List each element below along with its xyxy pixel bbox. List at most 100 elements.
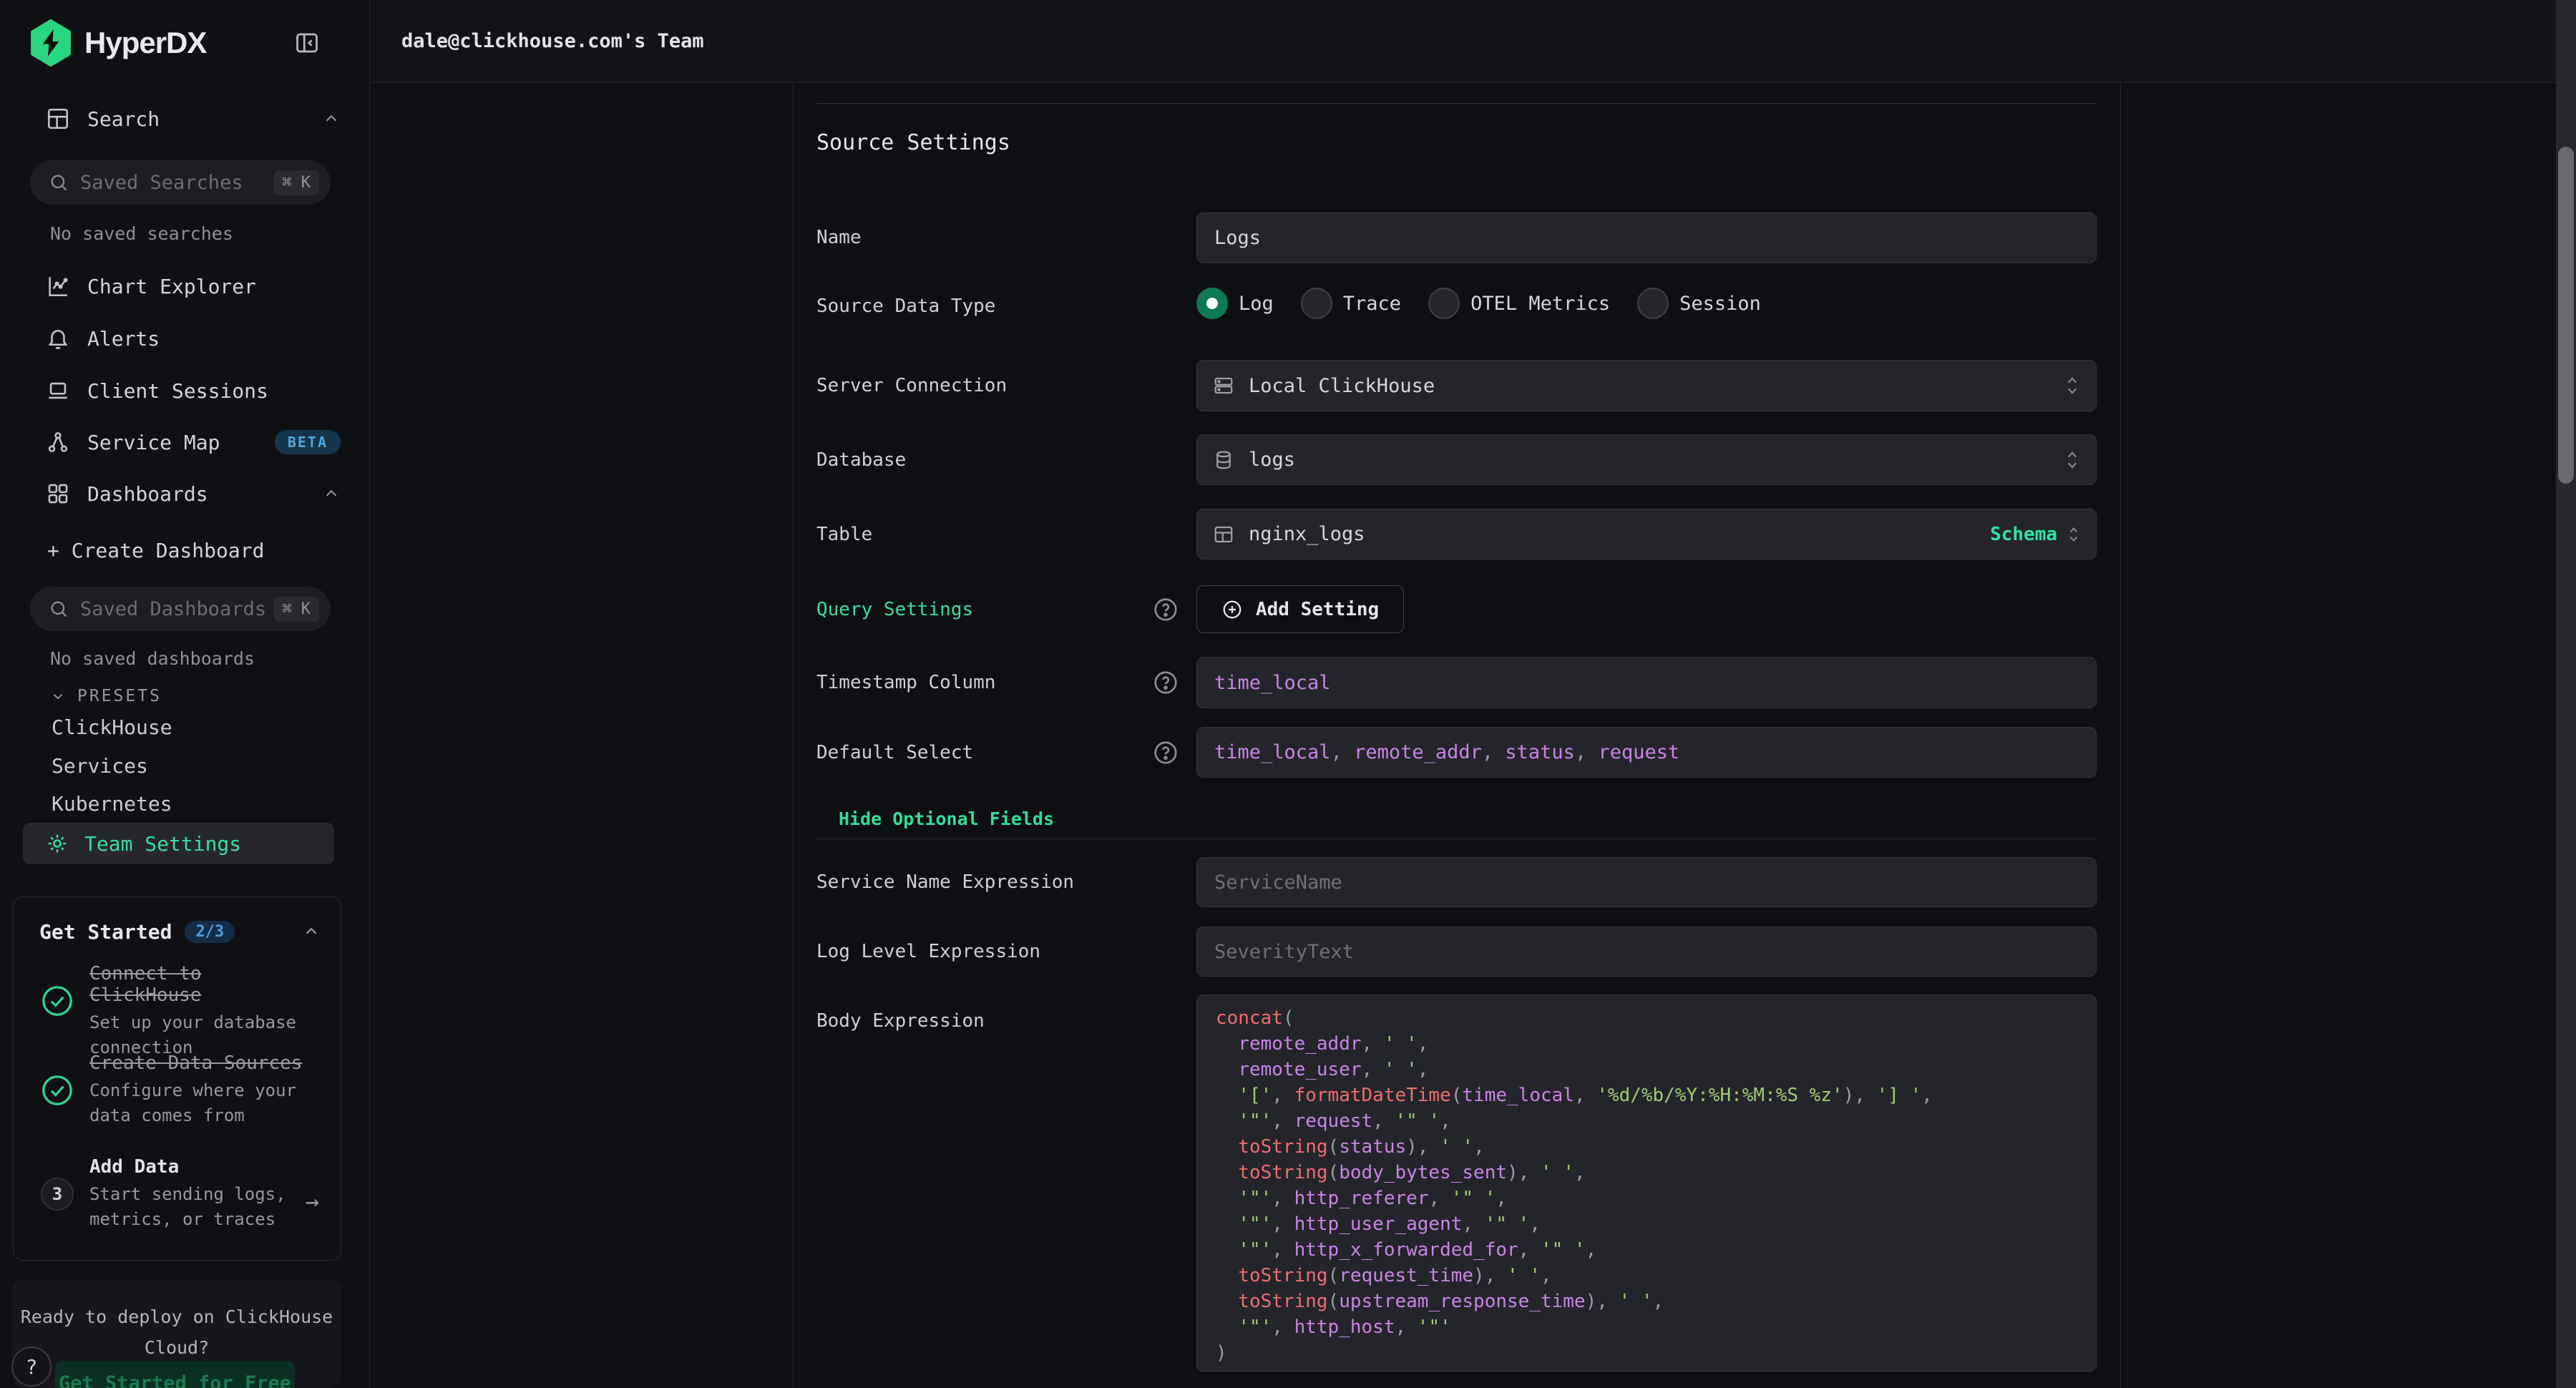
panel-divider-right: [2120, 83, 2121, 1388]
cloud-card-text: Ready to deploy on ClickHouse Cloud?: [18, 1302, 336, 1363]
team-settings-label: Team Settings: [84, 832, 241, 856]
preset-dashboard-kubernetes[interactable]: Kubernetes: [52, 788, 172, 819]
sidebar-item-label: Chart Explorer: [87, 275, 256, 298]
radio-label: Trace: [1343, 293, 1401, 315]
help-circle-icon[interactable]: [1153, 670, 1179, 695]
preset-label: ClickHouse: [52, 715, 172, 739]
source-data-type-radio-group: Log Trace OTEL Metrics Session: [1196, 288, 1761, 319]
presets-label: PRESETS: [77, 687, 162, 705]
hide-optional-fields-link[interactable]: Hide Optional Fields: [839, 808, 1054, 829]
sidebar-item-team-settings[interactable]: Team Settings: [23, 823, 334, 864]
sidebar-item-dashboards[interactable]: Dashboards: [46, 476, 341, 511]
get-started-progress-badge: 2/3: [185, 921, 235, 943]
log-level-expression-label: Log Level Expression: [816, 941, 1040, 962]
sidebar-item-client-sessions[interactable]: Client Sessions: [46, 373, 341, 408]
sidebar-item-label: Service Map: [87, 431, 220, 454]
help-circle-icon[interactable]: [1153, 740, 1179, 766]
radio-label: OTEL Metrics: [1470, 293, 1610, 315]
search-icon: [49, 172, 69, 192]
radio-label: Session: [1679, 293, 1761, 315]
app-title: HyperDX: [84, 26, 206, 60]
preset-dashboard-services[interactable]: Services: [52, 750, 148, 781]
arrow-right-icon[interactable]: →: [306, 1188, 319, 1215]
panel-divider-left: [793, 83, 794, 1388]
schema-button[interactable]: Schema: [1990, 524, 2057, 545]
no-saved-dashboards-text: No saved dashboards: [50, 648, 255, 669]
saved-dashboards-input[interactable]: Saved Dashboards ⌘ K: [30, 587, 331, 631]
sidebar: HyperDX Search Saved Searches ⌘ K No sav…: [0, 0, 370, 1388]
radio-session[interactable]: Session: [1637, 288, 1761, 319]
default-select-label: Default Select: [816, 742, 973, 763]
radio-log[interactable]: Log: [1196, 288, 1274, 319]
check-circle-icon: [41, 1074, 74, 1107]
body-expression-label: Body Expression: [816, 1010, 985, 1032]
table-select[interactable]: nginx_logs Schema: [1196, 509, 2097, 559]
get-started-step-add-data[interactable]: 3 Add Data Start sending logs, metrics, …: [41, 1156, 323, 1232]
radio-selected-icon: [1196, 288, 1228, 319]
step-description: Start sending logs, metrics, or traces: [89, 1182, 311, 1232]
server-connection-label: Server Connection: [816, 375, 1007, 396]
server-connection-select[interactable]: Local ClickHouse: [1196, 360, 2097, 411]
database-select[interactable]: logs: [1196, 434, 2097, 485]
get-started-step-connect[interactable]: Connect to ClickHouse Set up your databa…: [41, 963, 323, 1060]
chart-line-icon: [46, 274, 70, 298]
radio-otel-metrics[interactable]: OTEL Metrics: [1428, 288, 1610, 319]
service-name-expression-input[interactable]: ServiceName: [1196, 857, 2097, 907]
shortcut-badge: ⌘ K: [273, 170, 319, 195]
step-title: Create Data Sources: [89, 1052, 311, 1074]
default-select-value: time_local, remote_addr, status, request: [1214, 741, 1679, 763]
no-saved-searches-text: No saved searches: [50, 223, 233, 244]
query-settings-label: Query Settings: [816, 599, 973, 620]
cloud-get-started-button[interactable]: Get Started for Free: [55, 1361, 295, 1388]
shortcut-badge: ⌘ K: [273, 597, 319, 622]
get-started-header: Get Started 2/3: [39, 917, 321, 946]
plus-circle-icon: [1221, 599, 1243, 620]
sidebar-item-service-map[interactable]: Service Map BETA: [46, 425, 341, 459]
preset-dashboard-clickhouse[interactable]: ClickHouse: [52, 711, 172, 743]
database-label: Database: [816, 449, 906, 471]
get-started-step-sources[interactable]: Create Data Sources Configure where your…: [41, 1052, 323, 1128]
timestamp-column-input[interactable]: time_local: [1196, 657, 2097, 708]
sidebar-item-search[interactable]: Search: [46, 102, 341, 136]
check-circle-icon: [41, 984, 74, 1017]
service-name-placeholder: ServiceName: [1214, 871, 1342, 894]
create-dashboard-button[interactable]: + Create Dashboard: [47, 533, 341, 567]
help-button[interactable]: ?: [11, 1347, 52, 1387]
hyperdx-logo-icon: [29, 19, 73, 67]
section-title: Source Settings: [816, 130, 1010, 155]
chevron-up-icon[interactable]: [322, 109, 341, 128]
sidebar-item-label: Dashboards: [87, 482, 208, 506]
create-dashboard-label: + Create Dashboard: [47, 539, 264, 562]
get-started-title: Get Started: [39, 920, 172, 944]
name-input[interactable]: Logs: [1196, 212, 2097, 263]
step-description: Configure where your data comes from: [89, 1078, 311, 1128]
chevron-up-icon[interactable]: [322, 484, 341, 503]
sidebar-item-label: Alerts: [87, 327, 160, 351]
saved-searches-placeholder: Saved Searches: [80, 172, 243, 194]
log-level-expression-input[interactable]: SeverityText: [1196, 927, 2097, 977]
chevron-up-icon[interactable]: [302, 922, 321, 941]
scrollbar-thumb[interactable]: [2558, 147, 2574, 484]
name-label: Name: [816, 227, 862, 248]
add-setting-button[interactable]: Add Setting: [1196, 585, 1404, 633]
presets-section-toggle[interactable]: PRESETS: [50, 683, 162, 709]
database-icon: [1213, 449, 1234, 471]
saved-searches-input[interactable]: Saved Searches ⌘ K: [30, 160, 331, 205]
laptop-icon: [46, 378, 70, 403]
help-circle-icon[interactable]: [1153, 597, 1179, 622]
sidebar-item-chart-explorer[interactable]: Chart Explorer: [46, 269, 341, 303]
step-number-circle: 3: [41, 1178, 74, 1211]
server-connection-value: Local ClickHouse: [1249, 375, 1435, 397]
default-select-input[interactable]: time_local, remote_addr, status, request: [1196, 727, 2097, 778]
get-started-card: Get Started 2/3 Connect to ClickHouse Se…: [13, 896, 341, 1261]
scrollbar-track[interactable]: [2556, 0, 2576, 1388]
radio-trace[interactable]: Trace: [1301, 288, 1401, 319]
timestamp-column-label: Timestamp Column: [816, 672, 995, 693]
beta-badge: BETA: [275, 430, 341, 454]
body-expression-editor[interactable]: concat( remote_addr, ' ', remote_user, '…: [1196, 994, 2097, 1372]
table-value: nginx_logs: [1249, 523, 1365, 545]
sidebar-collapse-button[interactable]: [291, 26, 323, 59]
chevron-down-icon: [50, 688, 66, 704]
team-title: dale@clickhouse.com's Team: [401, 30, 704, 52]
sidebar-item-alerts[interactable]: Alerts: [46, 321, 341, 356]
